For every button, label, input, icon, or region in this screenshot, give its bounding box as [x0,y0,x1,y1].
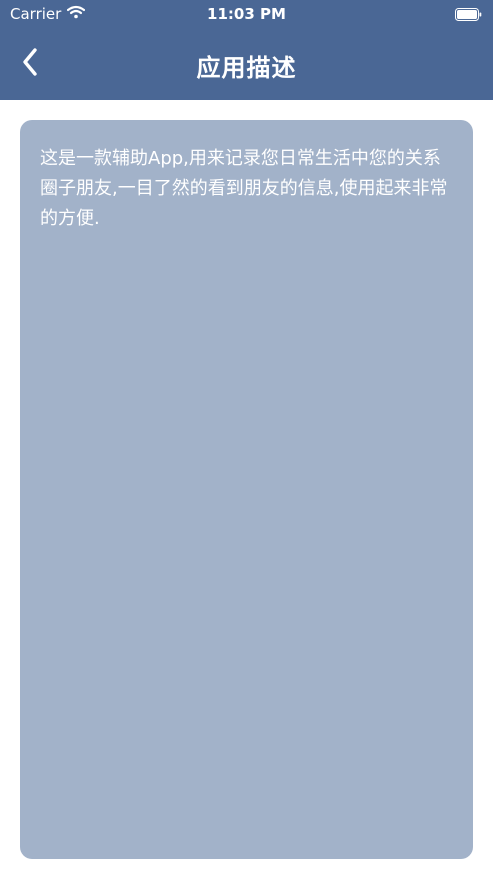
battery-icon [455,7,482,21]
status-time: 11:03 PM [207,5,286,23]
description-text: 这是一款辅助App,用来记录您日常生活中您的关系圈子朋友,一目了然的看到朋友的信… [40,148,448,229]
status-bar: Carrier 11:03 PM [0,0,493,28]
navigation-bar: 应用描述 [0,28,493,100]
app-screen: Carrier 11:03 PM 应用描述 这是一款辅助App,用来记录您日常生… [0,0,493,879]
page-title: 应用描述 [196,54,297,82]
header: Carrier 11:03 PM 应用描述 [0,0,493,100]
description-card: 这是一款辅助App,用来记录您日常生活中您的关系圈子朋友,一目了然的看到朋友的信… [20,120,473,859]
